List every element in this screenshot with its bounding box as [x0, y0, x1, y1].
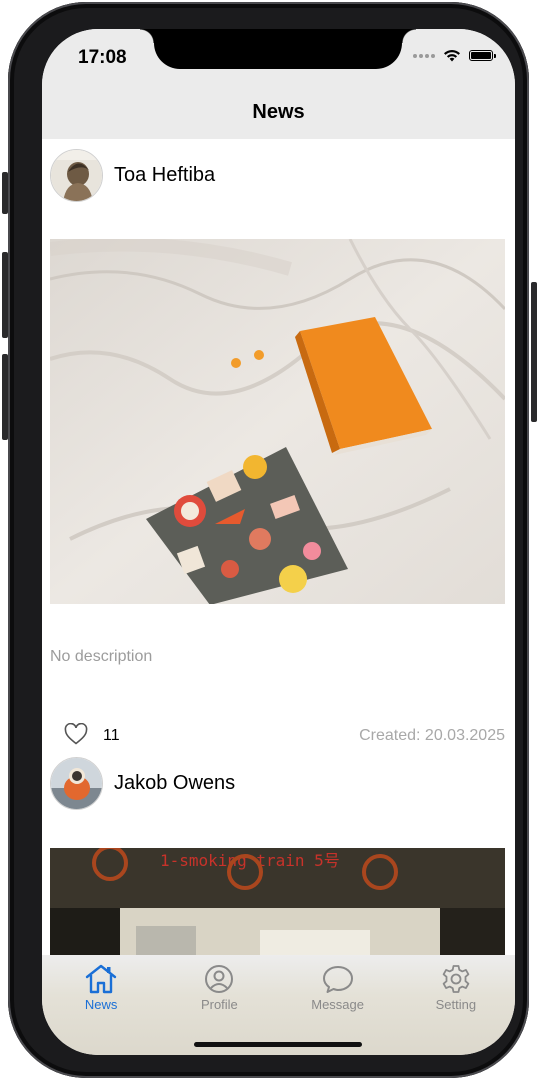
message-icon: [322, 966, 353, 993]
tab-label: Profile: [200, 997, 238, 1012]
tab-news[interactable]: News: [42, 955, 160, 1055]
status-time: 17:08: [78, 47, 127, 68]
author-avatar[interactable]: [50, 757, 103, 810]
author-name: Jakob Owens: [114, 772, 236, 794]
wifi-icon: [444, 50, 460, 62]
post-header[interactable]: Toa Heftiba: [50, 149, 215, 202]
post-image[interactable]: [50, 239, 505, 604]
home-icon: [85, 964, 117, 994]
heart-icon[interactable]: [64, 723, 88, 745]
post-description: No description: [50, 648, 153, 665]
page-title: News: [252, 101, 305, 123]
home-indicator[interactable]: [194, 1042, 362, 1047]
tab-setting[interactable]: Setting: [397, 955, 515, 1055]
like-count: 11: [103, 727, 120, 744]
power-button: [531, 282, 537, 422]
notch: [140, 29, 416, 69]
news-feed[interactable]: Toa Heftiba No description 11 Created: 2…: [42, 139, 515, 1055]
screen: 17:08 News Toa Heftiba No description 11…: [42, 29, 515, 1055]
post-header[interactable]: Jakob Owens: [50, 757, 235, 810]
signal-icon: [413, 53, 435, 58]
gear-icon: [442, 965, 470, 993]
tab-label: News: [84, 997, 118, 1012]
navigation-bar: News: [42, 85, 515, 139]
battery-icon: [469, 50, 496, 61]
tab-label: Setting: [435, 997, 477, 1012]
status-icons: [413, 49, 496, 62]
post-actions: 11 Created: 20.03.2025: [50, 721, 505, 751]
phone-frame: 17:08 News Toa Heftiba No description 11…: [8, 2, 529, 1078]
train-sign-text: 1-smoking train 5号: [160, 851, 340, 870]
created-date: Created: 20.03.2025: [359, 727, 505, 744]
tab-label: Message: [311, 997, 364, 1012]
author-name: Toa Heftiba: [114, 164, 216, 186]
tab-message[interactable]: Message: [279, 955, 397, 1055]
tab-profile[interactable]: Profile: [160, 955, 278, 1055]
tab-bar: News Profile Message Setting: [42, 955, 515, 1055]
profile-icon: [205, 965, 234, 993]
author-avatar[interactable]: [50, 149, 103, 202]
